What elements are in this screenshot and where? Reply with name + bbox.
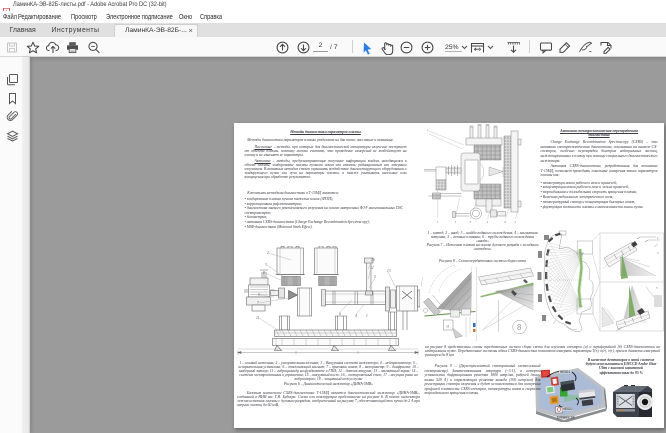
svg-text:1: 1 — [427, 128, 429, 132]
svg-text:11: 11 — [256, 316, 260, 320]
svg-text:3: 3 — [454, 220, 456, 224]
svg-text:9: 9 — [258, 293, 260, 297]
svg-text:7: 7 — [257, 301, 259, 305]
svg-text:4: 4 — [355, 314, 357, 318]
svg-text:10: 10 — [371, 258, 375, 262]
svg-text:4: 4 — [486, 220, 488, 224]
svg-text:2: 2 — [514, 220, 516, 224]
svg-text:6: 6 — [504, 220, 506, 224]
svg-text:HES01: HES01 — [560, 370, 570, 374]
svg-text:13: 13 — [387, 269, 391, 273]
svg-text:2: 2 — [267, 251, 269, 255]
svg-text:5: 5 — [469, 220, 471, 224]
svg-text:1: 1 — [436, 220, 438, 224]
svg-text:1: 1 — [366, 314, 368, 318]
svg-text:12: 12 — [370, 266, 374, 270]
svg-text:3: 3 — [265, 263, 267, 267]
svg-text:6: 6 — [339, 312, 341, 316]
svg-text:8: 8 — [263, 271, 265, 275]
svg-text:Entrance slit: Entrance slit — [557, 416, 575, 420]
svg-text:5: 5 — [374, 275, 376, 279]
svg-text:8: 8 — [517, 323, 522, 332]
svg-text:HES02: HES02 — [562, 407, 572, 411]
